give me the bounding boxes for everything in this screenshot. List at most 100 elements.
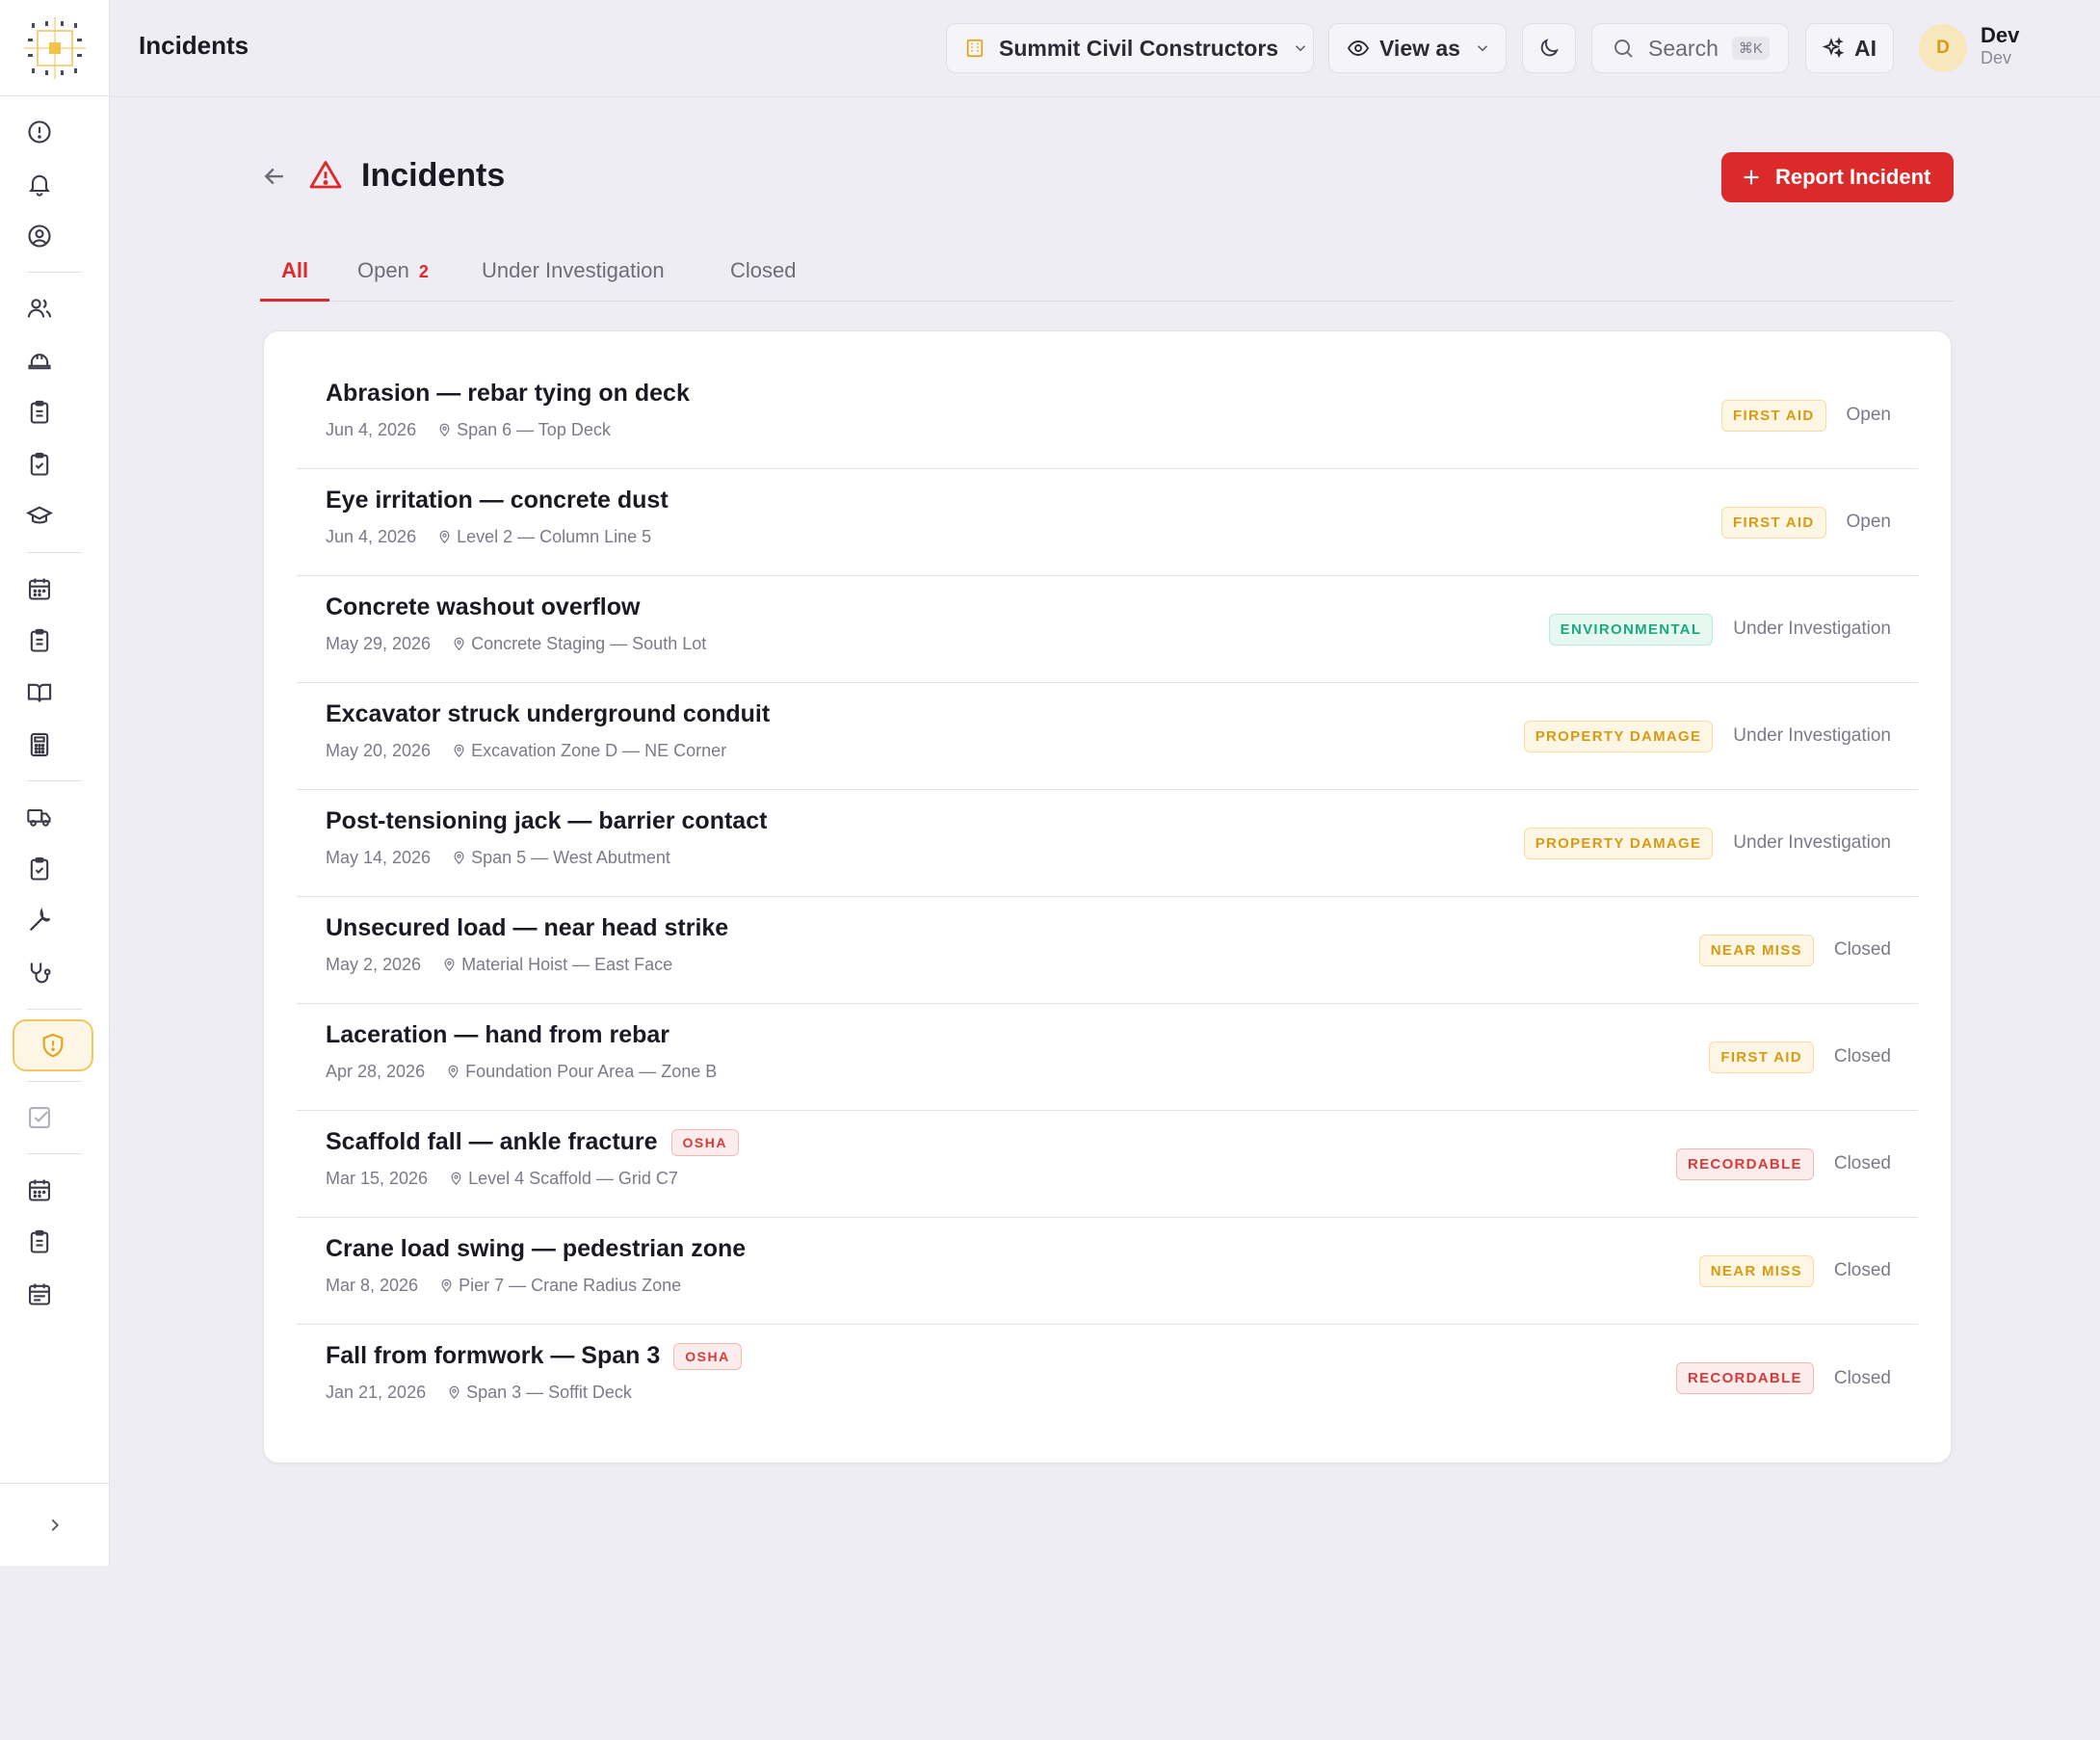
search-icon <box>1614 40 1633 58</box>
incident-location: Span 6 — Top Deck <box>457 420 611 439</box>
clipboard-check-icon[interactable] <box>13 438 66 490</box>
incident-type-badge: FIRST AID <box>1721 399 1826 432</box>
tab-closed[interactable]: Closed <box>730 258 796 283</box>
incident-date: May 14, 2026 <box>326 848 432 867</box>
incident-row-right: FIRST AID Closed <box>1709 1004 1891 1110</box>
incident-title: Fall from formwork — Span 3 <box>326 1342 661 1369</box>
incident-date: May 2, 2026 <box>326 955 422 974</box>
incident-location: Span 5 — West Abutment <box>471 848 670 867</box>
incident-row[interactable]: Abrasion — rebar tying on deck Jun 4, 202… <box>297 362 1918 469</box>
calculator-icon[interactable] <box>13 719 66 771</box>
clipboard-check-icon[interactable] <box>13 843 66 895</box>
graduation-cap-icon[interactable] <box>13 490 66 542</box>
incident-location: Concrete Staging — South Lot <box>471 634 707 653</box>
book-open-icon[interactable] <box>13 667 66 719</box>
incident-location-wrap: Pier 7 — Crane Radius Zone <box>439 1276 681 1296</box>
organization-select[interactable]: Summit Civil Constructors <box>946 23 1314 73</box>
tab-all[interactable]: All <box>281 258 308 283</box>
incident-date: May 20, 2026 <box>326 741 432 760</box>
sparkles-icon <box>1822 37 1845 59</box>
calendar-icon[interactable] <box>13 563 66 615</box>
clipboard-list-icon[interactable] <box>13 615 66 667</box>
ai-button[interactable]: AI <box>1805 23 1894 73</box>
incident-date: May 29, 2026 <box>326 634 432 653</box>
building-icon <box>966 39 984 58</box>
users-icon[interactable] <box>13 282 66 334</box>
incident-type-badge: RECORDABLE <box>1676 1147 1814 1180</box>
sidebar <box>0 0 110 1566</box>
tab-under-investigation[interactable]: Under Investigation <box>482 258 665 283</box>
truck-icon[interactable] <box>13 791 66 843</box>
incident-title: Crane load swing — pedestrian zone <box>326 1235 747 1262</box>
clipboard-list-icon[interactable] <box>13 386 66 438</box>
incident-title: Excavator struck underground conduit <box>326 700 771 727</box>
incident-date: Jan 21, 2026 <box>326 1383 427 1402</box>
calendar-range-icon[interactable] <box>13 1268 66 1320</box>
user-avatar[interactable]: D <box>1919 24 1967 72</box>
calendar-icon[interactable] <box>13 1164 66 1216</box>
logo-icon <box>23 16 86 79</box>
user-name: Dev <box>1981 23 2020 47</box>
incident-location-wrap: Level 2 — Column Line 5 <box>437 527 651 547</box>
map-pin-icon <box>437 423 457 437</box>
incident-row[interactable]: Fall from formwork — Span 3 OSHA Jan 21, 2… <box>297 1325 1918 1432</box>
incident-meta: Mar 8, 2026 Pier 7 — Crane Radius Zone <box>326 1276 681 1296</box>
incident-row-right: FIRST AID Open <box>1721 469 1891 575</box>
incident-row[interactable]: Unsecured load — near head strike May 2, … <box>297 897 1918 1004</box>
search-button[interactable]: Search ⌘K <box>1591 23 1789 73</box>
incident-status: Closed <box>1833 1260 1891 1280</box>
incident-title: Laceration — hand from rebar <box>326 1021 670 1048</box>
alert-circle-icon[interactable] <box>13 106 66 158</box>
arrow-left-icon <box>264 168 283 185</box>
incident-date: Mar 8, 2026 <box>326 1276 419 1295</box>
tab-label: Open <box>357 258 409 282</box>
checkbox-icon[interactable] <box>13 1092 66 1144</box>
incident-status: Open <box>1846 512 1891 532</box>
incident-title-wrap: Laceration — hand from rebar <box>326 1021 669 1049</box>
incident-location-wrap: Span 3 — Soffit Deck <box>447 1383 632 1403</box>
incident-title-wrap: Post-tensioning jack — barrier contact <box>326 807 767 835</box>
eye-icon <box>1347 40 1370 56</box>
theme-toggle-button[interactable] <box>1522 23 1576 73</box>
incident-row[interactable]: Crane load swing — pedestrian zone Mar 8,… <box>297 1218 1918 1325</box>
plus-icon <box>1744 170 1759 185</box>
incident-type-badge: PROPERTY DAMAGE <box>1523 720 1714 752</box>
incident-row-right: ENVIRONMENTAL Under Investigation <box>1548 576 1891 682</box>
report-incident-label: Report Incident <box>1775 165 1931 189</box>
incident-row[interactable]: Eye irritation — concrete dust Jun 4, 202… <box>297 469 1918 576</box>
expand-sidebar-button[interactable] <box>0 1483 109 1566</box>
user-circle-icon[interactable] <box>13 210 66 262</box>
incident-list: Abrasion — rebar tying on deck Jun 4, 202… <box>263 330 1952 1463</box>
incident-row[interactable]: Scaffold fall — ankle fracture OSHA Mar 15… <box>297 1111 1918 1218</box>
incident-date: Mar 15, 2026 <box>326 1169 429 1188</box>
incident-status: Under Investigation <box>1733 725 1891 746</box>
top-header: Incidents Summit Civil Constructors View… <box>110 0 2100 97</box>
incident-row[interactable]: Excavator struck underground conduit May … <box>297 683 1918 790</box>
hard-hat-icon[interactable] <box>13 334 66 386</box>
map-pin-icon <box>452 744 471 758</box>
stethoscope-icon[interactable] <box>13 947 66 999</box>
incident-status: Open <box>1846 405 1891 425</box>
shield-alert-icon[interactable] <box>13 1019 93 1071</box>
wrench-icon[interactable] <box>13 895 66 947</box>
back-button[interactable] <box>260 162 289 196</box>
incident-title-wrap: Abrasion — rebar tying on deck <box>326 380 690 408</box>
incident-status: Closed <box>1833 939 1891 960</box>
incident-row[interactable]: Post-tensioning jack — barrier contact Ma… <box>297 790 1918 897</box>
view-as-select[interactable]: View as <box>1328 23 1507 73</box>
osha-badge: OSHA <box>670 1128 739 1156</box>
search-label: Search <box>1648 35 1719 61</box>
incident-row[interactable]: Concrete washout overflow May 29, 2026 Con… <box>297 576 1918 683</box>
tab-open[interactable]: Open 2 <box>357 258 429 283</box>
map-pin-icon <box>446 1065 465 1079</box>
app-logo[interactable] <box>0 0 109 96</box>
incident-meta: Jan 21, 2026 Span 3 — Soffit Deck <box>326 1383 632 1403</box>
incident-row[interactable]: Laceration — hand from rebar Apr 28, 2026… <box>297 1004 1918 1111</box>
incident-location-wrap: Level 4 Scaffold — Grid C7 <box>449 1169 678 1189</box>
clipboard-list-icon[interactable] <box>13 1216 66 1268</box>
report-incident-button[interactable]: Report Incident <box>1721 152 1954 202</box>
incident-title-wrap: Eye irritation — concrete dust <box>326 487 669 514</box>
incident-status: Under Investigation <box>1733 832 1891 853</box>
incident-type-badge: NEAR MISS <box>1698 934 1814 966</box>
bell-icon[interactable] <box>13 158 66 210</box>
